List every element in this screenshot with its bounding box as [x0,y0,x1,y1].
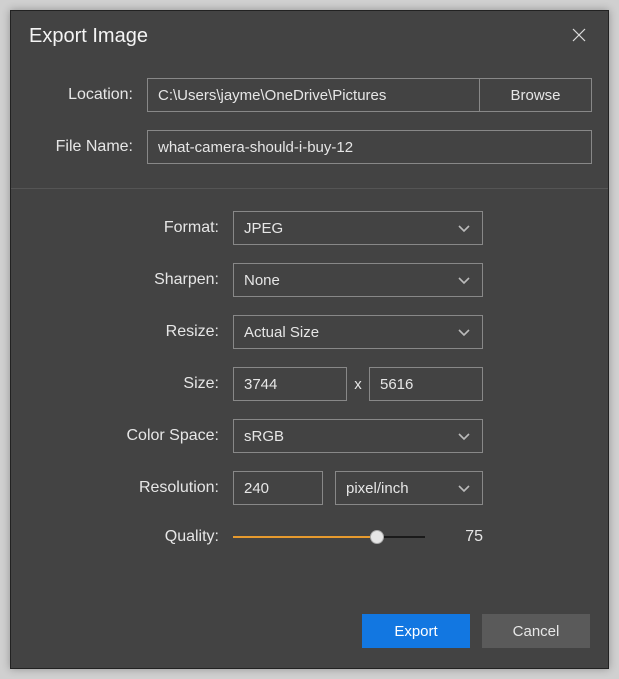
format-value: JPEG [244,220,283,237]
resolution-label: Resolution: [27,479,233,497]
dialog-title: Export Image [29,25,148,48]
size-height-input[interactable] [369,367,483,401]
sharpen-label: Sharpen: [27,271,233,289]
export-button[interactable]: Export [362,614,470,648]
slider-thumb[interactable] [370,530,384,544]
quality-slider[interactable] [233,523,425,551]
filename-label: File Name: [27,138,147,156]
dialog-footer: Export Cancel [11,596,608,668]
resize-value: Actual Size [244,324,319,341]
chevron-down-icon [456,220,472,236]
slider-fill [233,536,377,538]
sharpen-value: None [244,272,280,289]
location-label: Location: [27,86,147,104]
browse-button[interactable]: Browse [480,78,592,112]
chevron-down-icon [456,428,472,444]
chevron-down-icon [456,324,472,340]
sharpen-select[interactable]: None [233,263,483,297]
chevron-down-icon [456,480,472,496]
quality-value: 75 [443,528,483,546]
titlebar: Export Image [11,11,608,58]
close-icon [571,27,587,47]
export-image-dialog: Export Image Location: Browse File Name: [10,10,609,669]
size-separator: x [347,376,369,393]
size-width-input[interactable] [233,367,347,401]
location-input[interactable] [147,78,480,112]
colorspace-select[interactable]: sRGB [233,419,483,453]
colorspace-label: Color Space: [27,427,233,445]
close-button[interactable] [568,26,590,48]
quality-label: Quality: [27,528,233,546]
chevron-down-icon [456,272,472,288]
resolution-input[interactable] [233,471,323,505]
format-label: Format: [27,219,233,237]
location-section: Location: Browse File Name: [11,58,608,188]
resolution-unit-value: pixel/inch [346,480,409,497]
filename-input[interactable] [147,130,592,164]
resolution-unit-select[interactable]: pixel/inch [335,471,483,505]
resize-label: Resize: [27,323,233,341]
cancel-button[interactable]: Cancel [482,614,590,648]
colorspace-value: sRGB [244,428,284,445]
format-select[interactable]: JPEG [233,211,483,245]
resize-select[interactable]: Actual Size [233,315,483,349]
options-section: Format: JPEG Sharpen: None Resize: Actua… [11,189,608,579]
size-label: Size: [27,375,233,393]
